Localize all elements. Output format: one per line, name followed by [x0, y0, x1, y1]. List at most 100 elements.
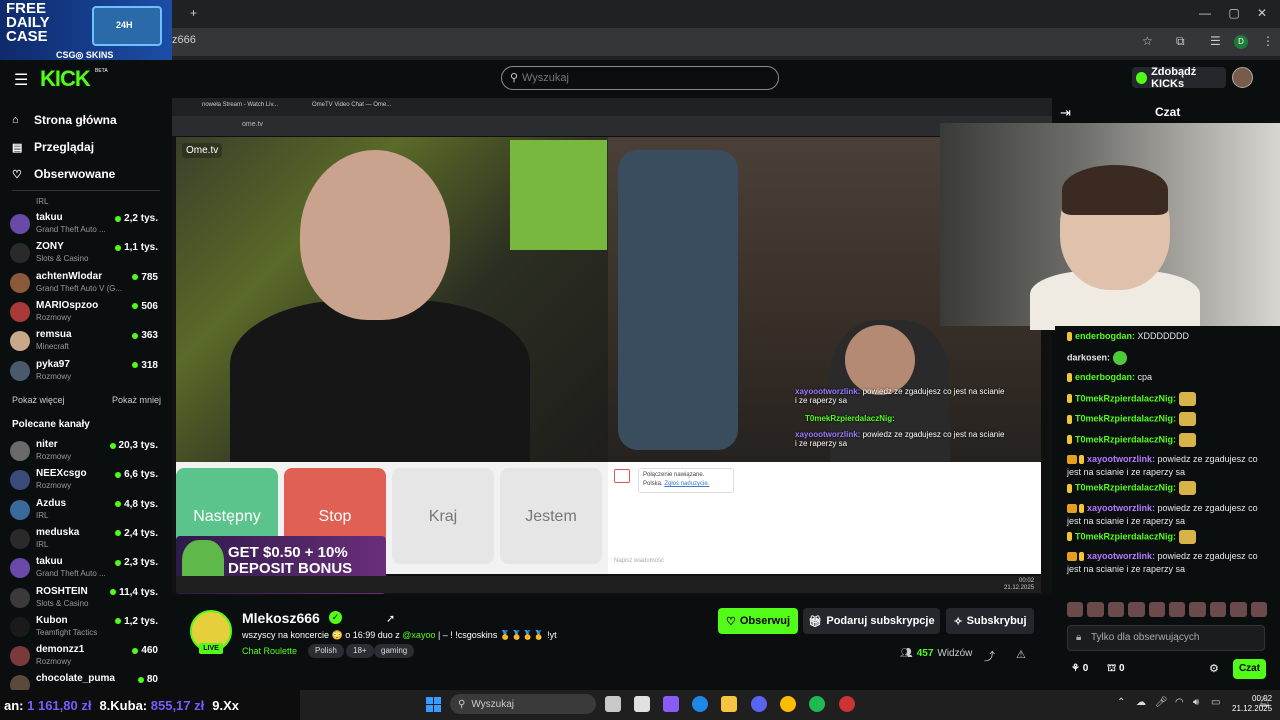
emote-icon[interactable]	[1250, 602, 1268, 617]
kicks-counter[interactable]: ⚘ 0	[1071, 663, 1088, 674]
nav-following-label: Obserwowane	[34, 167, 116, 181]
overlay-chat-user: T0mekRzpierdalaczNig:	[805, 414, 895, 423]
maximize-button[interactable]: ▢	[1224, 6, 1244, 20]
collapse-chat-icon[interactable]: ⇥	[1060, 105, 1071, 121]
wifi-icon[interactable]: ◠	[1175, 697, 1184, 708]
discord-icon[interactable]	[751, 696, 767, 712]
profile-avatar[interactable]: D	[1234, 35, 1248, 49]
tag[interactable]: gaming	[374, 644, 415, 658]
chat-message: xayootworzlink: powiedz ze zgadujesz co …	[1067, 550, 1272, 576]
chat-username[interactable]: darkosen:	[1067, 352, 1110, 362]
viewer-count: 1,2 tys.	[115, 616, 158, 627]
channel-item[interactable]: Kubon Teamfight Tactics 1,2 tys.	[10, 613, 168, 643]
browser-menu-icon[interactable]: ⋮	[1262, 34, 1274, 48]
chat-username[interactable]: T0mekRzpierdalaczNig:	[1075, 413, 1176, 423]
emote-icon[interactable]	[1148, 602, 1166, 617]
edge-icon[interactable]	[692, 696, 708, 712]
channel-category: Slots & Casino	[36, 598, 89, 608]
share-icon[interactable]: ⤴	[984, 648, 995, 664]
show-less-link[interactable]: Pokaż mniej	[112, 395, 161, 405]
file-explorer-icon[interactable]	[721, 696, 737, 712]
chrome-icon[interactable]	[780, 696, 796, 712]
channel-item[interactable]: meduska IRL 2,4 tys.	[10, 525, 168, 555]
tag[interactable]: Polish	[308, 644, 344, 658]
search-input[interactable]	[522, 70, 762, 86]
chat-username[interactable]: xayootworzlink:	[1087, 454, 1155, 464]
channel-name[interactable]: Mlekosz666	[242, 610, 320, 626]
onedrive-icon[interactable]: ☁	[1136, 697, 1146, 708]
minimize-button[interactable]: —	[1195, 6, 1215, 20]
follow-button[interactable]: ♡ Obserwuj	[718, 608, 798, 634]
notification-icon[interactable]: 🔔︎	[1258, 697, 1271, 708]
new-tab-button[interactable]: +	[190, 6, 197, 20]
emote-icon[interactable]	[1169, 602, 1186, 617]
media-icon[interactable]: ☰	[1210, 34, 1221, 48]
channel-item[interactable]: MARIOspzoo Rozmowy 506	[10, 298, 168, 328]
battery-icon[interactable]: ▭	[1211, 697, 1220, 708]
show-more-link[interactable]: Pokaż więcej	[12, 395, 65, 405]
chat-username[interactable]: T0mekRzpierdalaczNig:	[1075, 434, 1176, 444]
chat-username[interactable]: xayootworzlink:	[1087, 551, 1155, 561]
bookmark-star-icon[interactable]: ☆	[1142, 34, 1153, 48]
chat-username[interactable]: enderbogdan:	[1075, 331, 1135, 341]
windows-start-icon[interactable]	[426, 697, 441, 712]
tag[interactable]: 18+	[346, 644, 374, 658]
extensions-icon[interactable]: ⧉	[1176, 34, 1185, 49]
country-button[interactable]: Kraj	[392, 468, 494, 564]
chat-username[interactable]: T0mekRzpierdalaczNig:	[1075, 531, 1176, 541]
channel-item[interactable]: pyka97 Rozmowy 318	[10, 357, 168, 387]
star-icon: ✧	[953, 615, 963, 628]
chat-send-button[interactable]: Czat	[1233, 659, 1266, 679]
get-kicks-button[interactable]: Zdobądź KICKs	[1132, 66, 1226, 90]
channel-item[interactable]: takuu Grand Theft Auto ... 2,3 tys.	[10, 554, 168, 584]
gender-button[interactable]: Jestem	[500, 468, 602, 564]
viewer-number: 11,4 tys.	[119, 586, 158, 598]
close-window-button[interactable]: ✕	[1252, 6, 1272, 20]
hamburger-menu-icon[interactable]: ☰	[14, 70, 28, 90]
store-icon[interactable]	[634, 696, 650, 712]
nav-following[interactable]: ♡ Obserwowane	[12, 167, 115, 181]
volume-icon[interactable]: 🔊︎	[1193, 697, 1199, 708]
channel-item[interactable]: niter Rozmowy 20,3 tys.	[10, 437, 168, 467]
channel-item[interactable]: remsua Minecraft 363	[10, 327, 168, 357]
chat-username[interactable]: xayootworzlink:	[1087, 503, 1155, 513]
nav-home[interactable]: ⌂ Strona główna	[12, 113, 117, 127]
emote-icon[interactable]	[1209, 602, 1227, 617]
gift-icon: 🎁︎	[808, 615, 823, 628]
channel-item[interactable]: NEEXcsgo Rozmowy 6,6 tys.	[10, 466, 168, 496]
url-text[interactable]: z666	[172, 34, 196, 46]
microphone-icon[interactable]: 🎤︎	[1155, 697, 1168, 708]
app-icon[interactable]	[839, 696, 855, 712]
channel-item[interactable]: achtenWlodar Grand Theft Auto V (G... 785	[10, 269, 168, 299]
viewer-number: 506	[141, 300, 158, 312]
kick-logo[interactable]: KICK	[40, 66, 91, 92]
emote-icon[interactable]	[1128, 602, 1145, 617]
chat-settings-icon[interactable]: ⚙	[1209, 662, 1219, 675]
points-counter[interactable]: ⛫ 0	[1107, 663, 1125, 676]
stream-title-mention[interactable]: @xayoo	[402, 630, 435, 640]
chevron-up-icon[interactable]: ⌃	[1117, 697, 1125, 708]
user-avatar[interactable]	[1232, 67, 1253, 88]
copilot-icon[interactable]	[663, 696, 679, 712]
stream-category[interactable]: Chat Roulette	[242, 646, 297, 656]
emote-icon[interactable]	[1107, 602, 1125, 617]
emote-icon[interactable]	[1067, 602, 1084, 617]
task-view-icon[interactable]	[605, 696, 621, 712]
channel-item[interactable]: demonzz1 Rozmowy 460	[10, 642, 168, 672]
spotify-icon[interactable]	[809, 696, 825, 712]
subscribe-button[interactable]: ✧ Subskrybuj	[946, 608, 1034, 634]
channel-item[interactable]: takuu Grand Theft Auto ... 2,2 tys.	[10, 210, 168, 240]
channel-item[interactable]: Azdus IRL 4,8 tys.	[10, 496, 168, 526]
channel-item[interactable]: ZONY Slots & Casino 1,1 tys.	[10, 239, 168, 269]
chat-username[interactable]: T0mekRzpierdalaczNig:	[1075, 482, 1176, 492]
taskbar-search[interactable]: ⚲ Wyszukaj	[450, 694, 596, 714]
gift-subs-button[interactable]: 🎁︎ Podaruj subskrypcje	[803, 608, 940, 634]
nav-browse[interactable]: ▤ Przeglądaj	[12, 140, 94, 154]
chat-username[interactable]: T0mekRzpierdalaczNig:	[1075, 393, 1176, 403]
emote-icon[interactable]	[1230, 602, 1247, 617]
report-icon[interactable]: ⚠	[1016, 648, 1026, 661]
emote-icon[interactable]	[1087, 602, 1104, 617]
emote-icon[interactable]	[1189, 602, 1206, 617]
chat-username[interactable]: enderbogdan:	[1075, 372, 1135, 382]
channel-item[interactable]: ROSHTEIN Slots & Casino 11,4 tys.	[10, 584, 168, 614]
